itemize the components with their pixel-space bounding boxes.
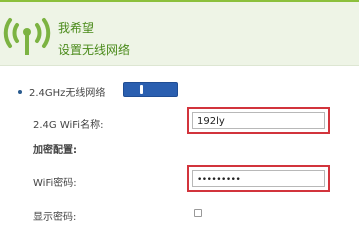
show-password-checkbox[interactable] bbox=[194, 209, 202, 217]
band-label: 2.4GHz无线网络 bbox=[29, 88, 106, 99]
ssid-highlight: 192ly bbox=[187, 107, 330, 134]
router-setup-panel: 我希望 设置无线网络 2.4GHz无线网络 2.4G WiFi名称: 192ly… bbox=[0, 0, 359, 250]
password-highlight: ••••••••• bbox=[187, 165, 330, 192]
ssid-input[interactable]: 192ly bbox=[192, 112, 325, 129]
password-label: WiFi密码: bbox=[33, 178, 77, 189]
security-heading: 加密配置: bbox=[33, 145, 77, 156]
section-bullet bbox=[18, 90, 22, 94]
header-accent-line bbox=[0, 0, 359, 2]
password-input[interactable]: ••••••••• bbox=[192, 170, 325, 187]
ssid-label: 2.4G WiFi名称: bbox=[33, 120, 104, 131]
wifi-signal-icon bbox=[3, 18, 51, 55]
toggle-knob bbox=[140, 85, 143, 94]
show-password-label: 显示密码: bbox=[33, 212, 77, 223]
header-title: 我希望 bbox=[58, 21, 95, 35]
wifi-toggle[interactable] bbox=[123, 82, 178, 97]
header-bar: 我希望 设置无线网络 bbox=[0, 0, 359, 66]
header-subtitle: 设置无线网络 bbox=[58, 43, 131, 57]
